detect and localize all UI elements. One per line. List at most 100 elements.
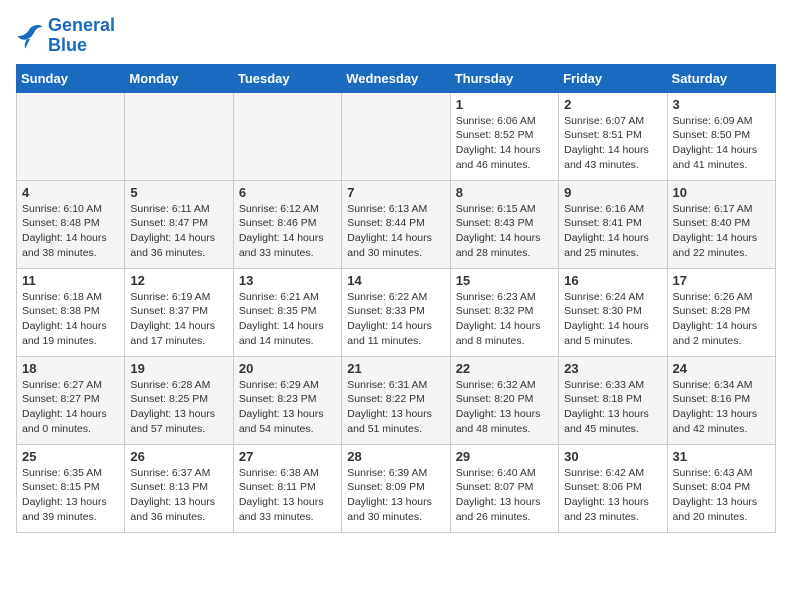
- header-friday: Friday: [559, 64, 667, 92]
- calendar-cell: [17, 92, 125, 180]
- calendar-cell: 21Sunrise: 6:31 AM Sunset: 8:22 PM Dayli…: [342, 356, 450, 444]
- day-info: Sunrise: 6:34 AM Sunset: 8:16 PM Dayligh…: [673, 378, 770, 437]
- day-info: Sunrise: 6:15 AM Sunset: 8:43 PM Dayligh…: [456, 202, 553, 261]
- day-info: Sunrise: 6:43 AM Sunset: 8:04 PM Dayligh…: [673, 466, 770, 525]
- page-header: General Blue: [16, 16, 776, 56]
- day-number: 9: [564, 185, 661, 200]
- calendar-cell: 7Sunrise: 6:13 AM Sunset: 8:44 PM Daylig…: [342, 180, 450, 268]
- calendar-cell: 16Sunrise: 6:24 AM Sunset: 8:30 PM Dayli…: [559, 268, 667, 356]
- day-number: 15: [456, 273, 553, 288]
- day-number: 30: [564, 449, 661, 464]
- day-number: 26: [130, 449, 227, 464]
- calendar-cell: 27 Sunrise: 6:38 AM Sunset: 8:11 PM Dayli…: [233, 444, 341, 532]
- day-number: 16: [564, 273, 661, 288]
- day-number: 10: [673, 185, 770, 200]
- day-number: 23: [564, 361, 661, 376]
- calendar-week-row: 18 Sunrise: 6:27 AM Sunset: 8:27 PM Dayli…: [17, 356, 776, 444]
- calendar-week-row: 1Sunrise: 6:06 AM Sunset: 8:52 PM Daylig…: [17, 92, 776, 180]
- calendar-cell: 29 Sunrise: 6:40 AM Sunset: 8:07 PM Dayli…: [450, 444, 558, 532]
- header-saturday: Saturday: [667, 64, 775, 92]
- header-tuesday: Tuesday: [233, 64, 341, 92]
- calendar-cell: 23 Sunrise: 6:33 AM Sunset: 8:18 PM Dayli…: [559, 356, 667, 444]
- day-info: Sunrise: 6:21 AM Sunset: 8:35 PM Dayligh…: [239, 290, 336, 349]
- calendar-cell: 24 Sunrise: 6:34 AM Sunset: 8:16 PM Dayli…: [667, 356, 775, 444]
- calendar-cell: 14 Sunrise: 6:22 AM Sunset: 8:33 PM Dayli…: [342, 268, 450, 356]
- day-info: Sunrise: 6:27 AM Sunset: 8:27 PM Dayligh…: [22, 378, 119, 437]
- day-info: Sunrise: 6:13 AM Sunset: 8:44 PM Dayligh…: [347, 202, 444, 261]
- day-info: Sunrise: 6:09 AM Sunset: 8:50 PM Dayligh…: [673, 114, 770, 173]
- day-info: Sunrise: 6:37 AM Sunset: 8:13 PM Dayligh…: [130, 466, 227, 525]
- day-number: 20: [239, 361, 336, 376]
- calendar-cell: 1Sunrise: 6:06 AM Sunset: 8:52 PM Daylig…: [450, 92, 558, 180]
- logo-icon: [16, 22, 44, 50]
- day-info: Sunrise: 6:23 AM Sunset: 8:32 PM Dayligh…: [456, 290, 553, 349]
- day-info: Sunrise: 6:33 AM Sunset: 8:18 PM Dayligh…: [564, 378, 661, 437]
- calendar-week-row: 4 Sunrise: 6:10 AM Sunset: 8:48 PM Daylig…: [17, 180, 776, 268]
- calendar-cell: 30 Sunrise: 6:42 AM Sunset: 8:06 PM Dayli…: [559, 444, 667, 532]
- logo-text: General Blue: [48, 16, 115, 56]
- day-info: Sunrise: 6:22 AM Sunset: 8:33 PM Dayligh…: [347, 290, 444, 349]
- calendar-week-row: 25 Sunrise: 6:35 AM Sunset: 8:15 PM Dayli…: [17, 444, 776, 532]
- header-thursday: Thursday: [450, 64, 558, 92]
- day-number: 17: [673, 273, 770, 288]
- calendar-cell: 6Sunrise: 6:12 AM Sunset: 8:46 PM Daylig…: [233, 180, 341, 268]
- calendar-cell: 22Sunrise: 6:32 AM Sunset: 8:20 PM Dayli…: [450, 356, 558, 444]
- day-number: 21: [347, 361, 444, 376]
- day-number: 8: [456, 185, 553, 200]
- logo: General Blue: [16, 16, 115, 56]
- day-number: 25: [22, 449, 119, 464]
- day-info: Sunrise: 6:28 AM Sunset: 8:25 PM Dayligh…: [130, 378, 227, 437]
- calendar-cell: 2Sunrise: 6:07 AM Sunset: 8:51 PM Daylig…: [559, 92, 667, 180]
- calendar-cell: 11 Sunrise: 6:18 AM Sunset: 8:38 PM Dayli…: [17, 268, 125, 356]
- day-info: Sunrise: 6:40 AM Sunset: 8:07 PM Dayligh…: [456, 466, 553, 525]
- calendar-cell: 13 Sunrise: 6:21 AM Sunset: 8:35 PM Dayli…: [233, 268, 341, 356]
- calendar-cell: 10 Sunrise: 6:17 AM Sunset: 8:40 PM Dayli…: [667, 180, 775, 268]
- day-info: Sunrise: 6:16 AM Sunset: 8:41 PM Dayligh…: [564, 202, 661, 261]
- day-number: 31: [673, 449, 770, 464]
- calendar-cell: 5 Sunrise: 6:11 AM Sunset: 8:47 PM Daylig…: [125, 180, 233, 268]
- day-number: 24: [673, 361, 770, 376]
- day-info: Sunrise: 6:29 AM Sunset: 8:23 PM Dayligh…: [239, 378, 336, 437]
- day-number: 19: [130, 361, 227, 376]
- calendar-cell: 26 Sunrise: 6:37 AM Sunset: 8:13 PM Dayli…: [125, 444, 233, 532]
- calendar-cell: [125, 92, 233, 180]
- calendar-cell: 19 Sunrise: 6:28 AM Sunset: 8:25 PM Dayli…: [125, 356, 233, 444]
- calendar-cell: 20 Sunrise: 6:29 AM Sunset: 8:23 PM Dayli…: [233, 356, 341, 444]
- day-info: Sunrise: 6:11 AM Sunset: 8:47 PM Dayligh…: [130, 202, 227, 261]
- day-number: 14: [347, 273, 444, 288]
- calendar-cell: 8 Sunrise: 6:15 AM Sunset: 8:43 PM Daylig…: [450, 180, 558, 268]
- day-info: Sunrise: 6:26 AM Sunset: 8:28 PM Dayligh…: [673, 290, 770, 349]
- day-number: 12: [130, 273, 227, 288]
- day-number: 2: [564, 97, 661, 112]
- day-number: 13: [239, 273, 336, 288]
- day-info: Sunrise: 6:18 AM Sunset: 8:38 PM Dayligh…: [22, 290, 119, 349]
- day-number: 22: [456, 361, 553, 376]
- calendar-cell: 4 Sunrise: 6:10 AM Sunset: 8:48 PM Daylig…: [17, 180, 125, 268]
- day-info: Sunrise: 6:35 AM Sunset: 8:15 PM Dayligh…: [22, 466, 119, 525]
- calendar-cell: 18 Sunrise: 6:27 AM Sunset: 8:27 PM Dayli…: [17, 356, 125, 444]
- day-number: 4: [22, 185, 119, 200]
- calendar-cell: [342, 92, 450, 180]
- calendar-week-row: 11 Sunrise: 6:18 AM Sunset: 8:38 PM Dayli…: [17, 268, 776, 356]
- day-info: Sunrise: 6:17 AM Sunset: 8:40 PM Dayligh…: [673, 202, 770, 261]
- calendar-cell: 17 Sunrise: 6:26 AM Sunset: 8:28 PM Dayli…: [667, 268, 775, 356]
- calendar-cell: 3Sunrise: 6:09 AM Sunset: 8:50 PM Daylig…: [667, 92, 775, 180]
- header-sunday: Sunday: [17, 64, 125, 92]
- day-number: 5: [130, 185, 227, 200]
- day-number: 18: [22, 361, 119, 376]
- day-number: 27: [239, 449, 336, 464]
- calendar-cell: [233, 92, 341, 180]
- calendar-cell: 12 Sunrise: 6:19 AM Sunset: 8:37 PM Dayli…: [125, 268, 233, 356]
- day-info: Sunrise: 6:19 AM Sunset: 8:37 PM Dayligh…: [130, 290, 227, 349]
- day-number: 11: [22, 273, 119, 288]
- day-info: Sunrise: 6:42 AM Sunset: 8:06 PM Dayligh…: [564, 466, 661, 525]
- day-info: Sunrise: 6:38 AM Sunset: 8:11 PM Dayligh…: [239, 466, 336, 525]
- calendar-cell: 31 Sunrise: 6:43 AM Sunset: 8:04 PM Dayli…: [667, 444, 775, 532]
- calendar-cell: 28Sunrise: 6:39 AM Sunset: 8:09 PM Dayli…: [342, 444, 450, 532]
- day-info: Sunrise: 6:10 AM Sunset: 8:48 PM Dayligh…: [22, 202, 119, 261]
- day-number: 29: [456, 449, 553, 464]
- day-number: 28: [347, 449, 444, 464]
- calendar-cell: 25 Sunrise: 6:35 AM Sunset: 8:15 PM Dayli…: [17, 444, 125, 532]
- calendar-header-row: SundayMondayTuesdayWednesdayThursdayFrid…: [17, 64, 776, 92]
- day-number: 1: [456, 97, 553, 112]
